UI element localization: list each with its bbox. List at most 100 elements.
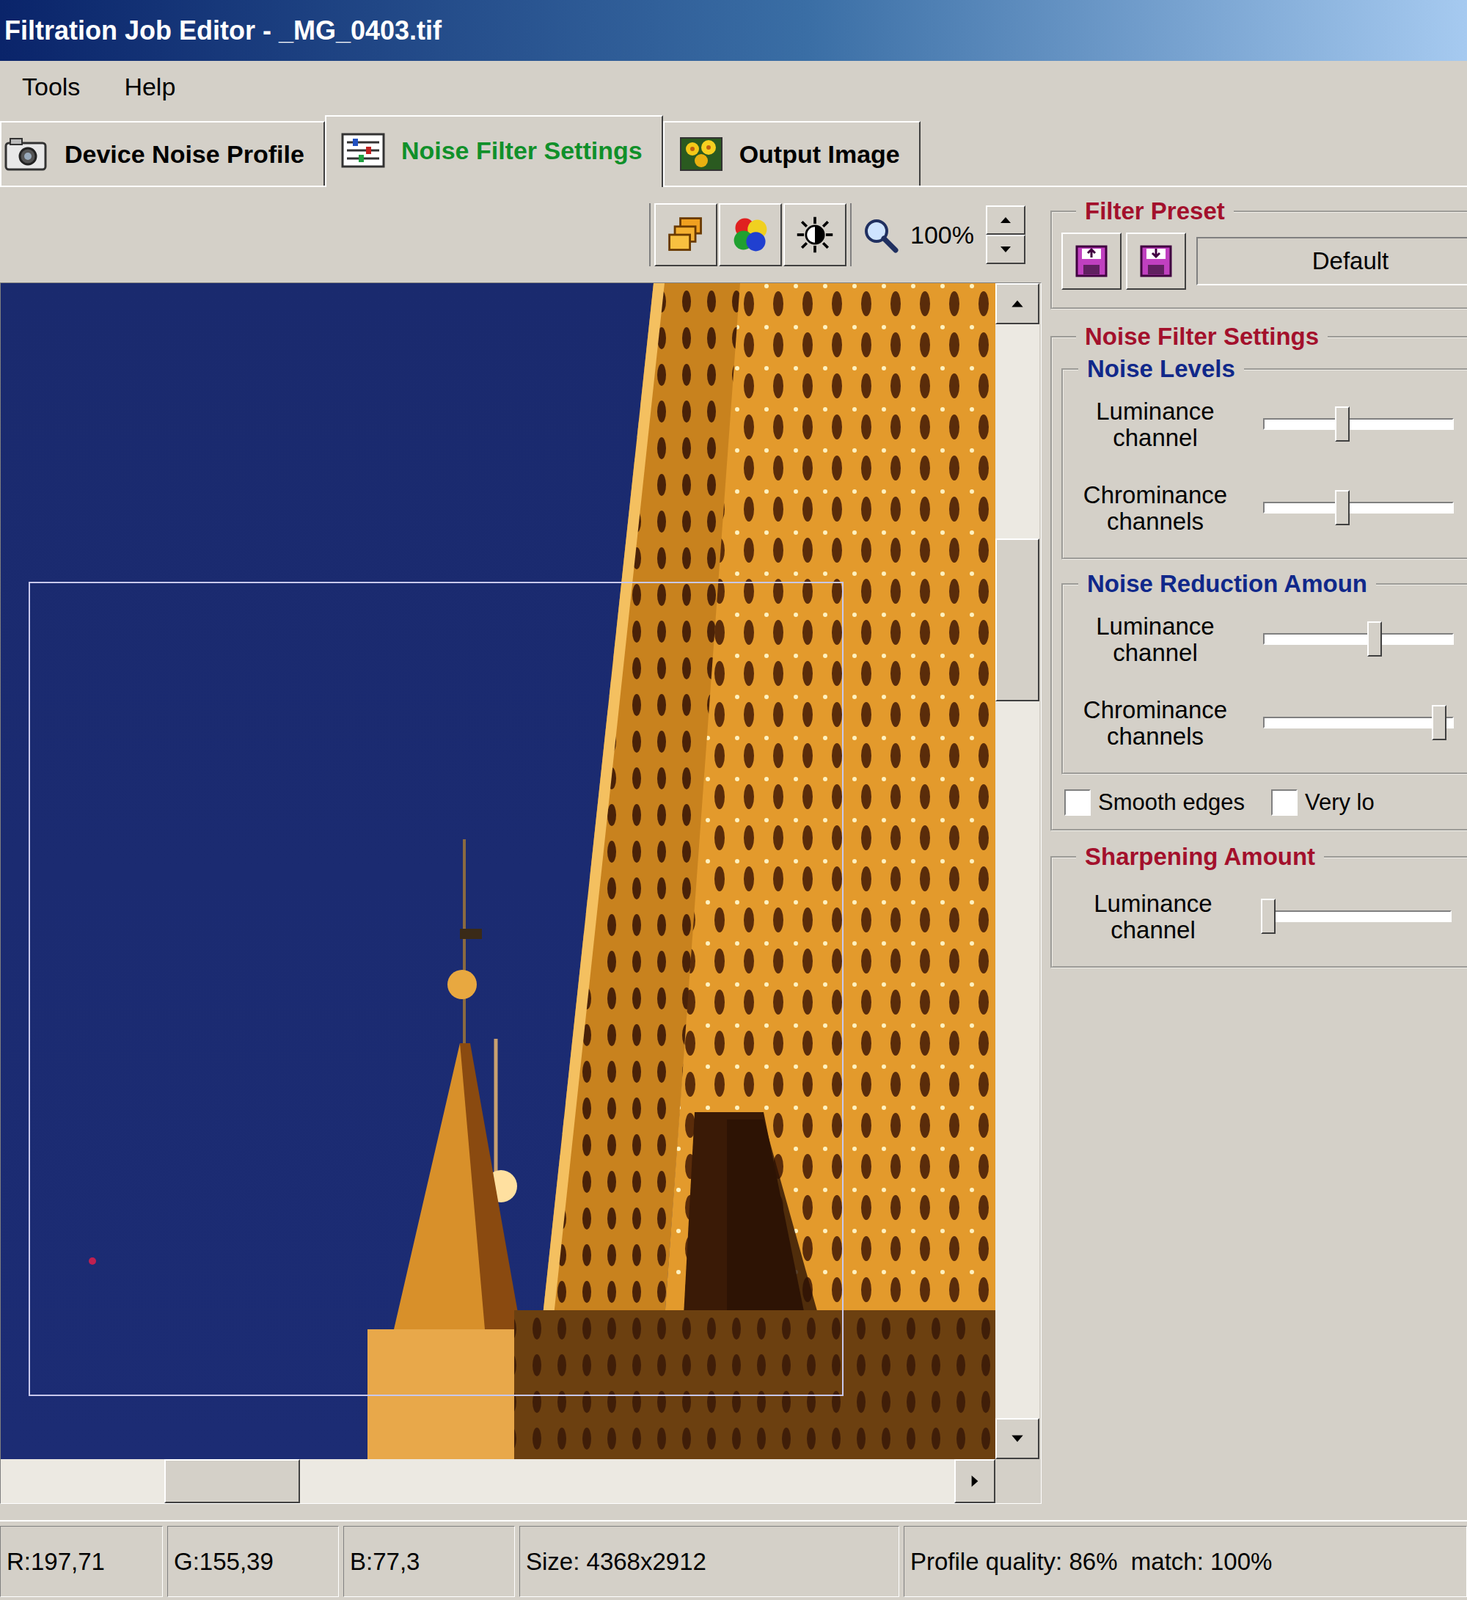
image-canvas[interactable] bbox=[0, 283, 996, 1459]
up-arrow-icon bbox=[998, 215, 1013, 225]
scroll-right-button[interactable] bbox=[954, 1458, 996, 1503]
photo-preview bbox=[0, 283, 996, 1459]
preset-name-field[interactable]: Default bbox=[1196, 236, 1467, 286]
slider-thumb[interactable] bbox=[1334, 406, 1350, 442]
window-title: Filtration Job Editor - _MG_0403.tif bbox=[4, 15, 442, 47]
settings-panel: Filter Preset Default Noise Filter Setting… bbox=[1041, 187, 1467, 1520]
tab-label: Noise Filter Settings bbox=[401, 136, 643, 166]
slider-track bbox=[1263, 501, 1454, 514]
zoom-up-button[interactable] bbox=[985, 205, 1026, 235]
horizontal-scrollbar[interactable] bbox=[0, 1458, 996, 1503]
scroll-thumb[interactable] bbox=[164, 1458, 301, 1503]
save-floppy-icon bbox=[1137, 242, 1175, 280]
slider-row: Chrominance channels bbox=[1063, 681, 1467, 766]
preview-toolbar: 100% bbox=[0, 187, 1042, 283]
tool-group bbox=[649, 203, 852, 267]
workspace: 100% Filter Preset Default Noise Filter Set… bbox=[0, 187, 1467, 1520]
slider-label: Chrominance channels bbox=[1063, 696, 1247, 751]
slider-track bbox=[1260, 910, 1452, 923]
status-cell: R:197,71 bbox=[0, 1525, 163, 1597]
group-title: Noise Reduction Amoun bbox=[1078, 569, 1377, 598]
slider[interactable] bbox=[1263, 704, 1454, 742]
slider-group: Noise Levels Luminance channel Chrominance… bbox=[1061, 355, 1467, 560]
tab[interactable]: Noise Filter Settings bbox=[324, 115, 664, 188]
slider-thumb[interactable] bbox=[1334, 489, 1350, 526]
slider[interactable] bbox=[1263, 406, 1454, 444]
group-title: Noise Levels bbox=[1078, 355, 1245, 383]
slider-track bbox=[1263, 418, 1454, 430]
scroll-track[interactable] bbox=[0, 1458, 955, 1503]
compare-button[interactable] bbox=[654, 203, 718, 267]
preview-pane: 100% bbox=[0, 187, 1042, 1520]
tab[interactable]: Device Noise Profile bbox=[0, 121, 325, 186]
vertical-scrollbar[interactable] bbox=[995, 283, 1040, 1459]
brightness-icon bbox=[794, 214, 836, 256]
save-preset-button[interactable] bbox=[1125, 232, 1187, 290]
slider-group: Noise Reduction AmounLuminance channel Ch… bbox=[1061, 569, 1467, 775]
up-arrow-icon bbox=[1009, 298, 1026, 309]
slider-thumb[interactable] bbox=[1260, 898, 1276, 934]
checkbox-row: Smooth edges Very lo bbox=[1061, 784, 1467, 816]
checkbox[interactable]: Smooth edges bbox=[1064, 789, 1245, 816]
checkbox-box[interactable] bbox=[1271, 789, 1298, 816]
load-floppy-icon bbox=[1073, 242, 1110, 280]
slider-label: Luminance channel bbox=[1063, 398, 1247, 452]
slider-label: Luminance channel bbox=[1061, 890, 1245, 945]
menu-bar: Tools Help bbox=[0, 60, 1467, 113]
slider[interactable] bbox=[1260, 898, 1452, 936]
zoom-value: 100% bbox=[905, 220, 979, 250]
status-cell: Size: 4368x2912 bbox=[519, 1525, 900, 1597]
checkbox[interactable]: Very lo bbox=[1271, 789, 1375, 816]
zoom-down-button[interactable] bbox=[985, 234, 1026, 265]
sharpening-group: Sharpening AmountLuminance channel bbox=[1050, 842, 1467, 969]
filter-preset-group: Filter Preset Default bbox=[1050, 197, 1467, 310]
slider-row: Luminance channel bbox=[1061, 875, 1467, 959]
camera-icon bbox=[4, 135, 49, 173]
slider-thumb[interactable] bbox=[1367, 621, 1382, 657]
tab-label: Output Image bbox=[739, 140, 901, 169]
image-viewer bbox=[0, 282, 1042, 1504]
tab-label: Device Noise Profile bbox=[64, 140, 305, 169]
scroll-up-button[interactable] bbox=[995, 283, 1040, 325]
group-title: Filter Preset bbox=[1076, 197, 1234, 226]
sliders-icon bbox=[341, 132, 386, 169]
slider-track bbox=[1263, 716, 1454, 729]
layers-icon bbox=[665, 214, 707, 256]
brightness-button[interactable] bbox=[783, 203, 847, 267]
slider-row: Luminance channel bbox=[1063, 382, 1467, 467]
menu-item[interactable]: Tools bbox=[14, 72, 88, 102]
magnifier-icon[interactable] bbox=[861, 216, 899, 254]
channels-button[interactable] bbox=[718, 203, 782, 267]
scroll-corner bbox=[995, 1458, 1040, 1503]
scroll-thumb[interactable] bbox=[995, 538, 1040, 702]
down-arrow-icon bbox=[1009, 1433, 1026, 1444]
rgb-circles-icon bbox=[729, 214, 771, 256]
zoom-spinner bbox=[985, 205, 1026, 265]
noise-filter-group: Noise Filter Settings Noise Levels Luminan… bbox=[1050, 322, 1467, 832]
scroll-down-button[interactable] bbox=[995, 1417, 1040, 1459]
slider-track bbox=[1263, 633, 1454, 645]
slider[interactable] bbox=[1263, 621, 1454, 658]
viewer-row bbox=[0, 283, 1041, 1459]
preset-row: Default bbox=[1061, 229, 1467, 290]
menu-item[interactable]: Help bbox=[116, 72, 183, 102]
status-cell: B:77,3 bbox=[343, 1525, 515, 1597]
slider-label: Chrominance channels bbox=[1063, 481, 1247, 536]
flower-icon bbox=[679, 135, 724, 173]
checkbox-label: Smooth edges bbox=[1098, 789, 1245, 816]
slider-thumb[interactable] bbox=[1431, 704, 1447, 741]
zoom-control: 100% bbox=[861, 205, 1026, 265]
tab[interactable]: Output Image bbox=[663, 121, 921, 186]
status-bar: R:197,71G:155,39B:77,3Size: 4368x2912Pro… bbox=[0, 1519, 1467, 1600]
status-cell: Profile quality: 86% match: 100% bbox=[903, 1525, 1467, 1597]
right-arrow-icon bbox=[969, 1472, 980, 1490]
checkbox-box[interactable] bbox=[1064, 789, 1091, 816]
horizontal-scroll-row bbox=[0, 1458, 1041, 1503]
load-preset-button[interactable] bbox=[1061, 232, 1122, 290]
scroll-track[interactable] bbox=[995, 324, 1040, 1418]
checkbox-label: Very lo bbox=[1304, 789, 1375, 816]
slider-row: Luminance channel bbox=[1063, 597, 1467, 682]
status-cell: G:155,39 bbox=[167, 1525, 339, 1597]
slider[interactable] bbox=[1263, 489, 1454, 527]
group-title: Noise Filter Settings bbox=[1076, 322, 1328, 351]
